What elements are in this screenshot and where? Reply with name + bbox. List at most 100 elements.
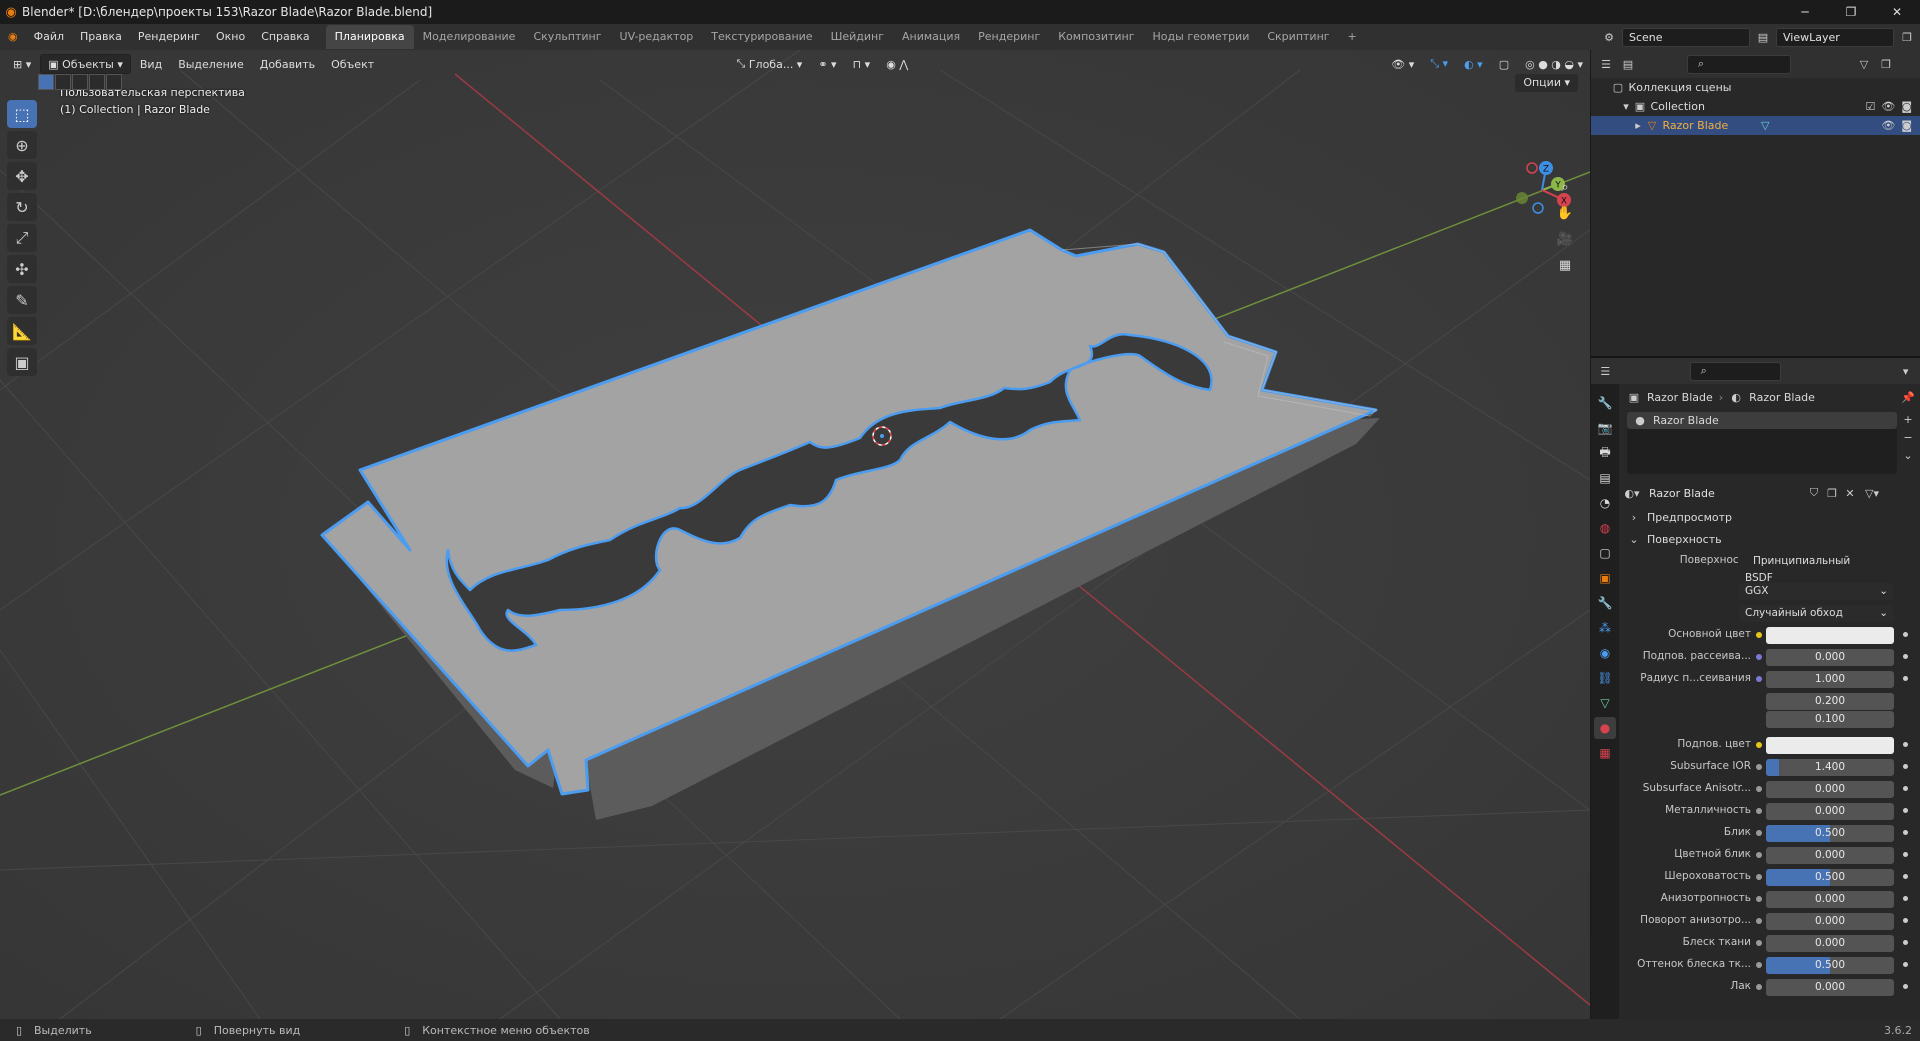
properties-editor-type-icon[interactable]: ☰ — [1599, 364, 1612, 378]
keyframe-dot-icon[interactable] — [1903, 786, 1908, 791]
visibility-icon[interactable]: 👁 ▾ — [1384, 54, 1421, 74]
modifier-tab-icon[interactable]: 🔧 — [1594, 592, 1616, 614]
keyframe-dot-icon[interactable] — [1903, 962, 1908, 967]
measure-tool-icon[interactable]: 📐 — [7, 317, 37, 345]
keyframe-dot-icon[interactable] — [1903, 940, 1908, 945]
display-mode-icon[interactable]: ▤ — [1621, 57, 1635, 71]
view-layer-tab-icon[interactable]: ▤ — [1594, 467, 1616, 489]
outliner-scene-collection[interactable]: ▢ Коллекция сцены — [1591, 78, 1920, 97]
scene-tab-icon[interactable]: ◔ — [1594, 492, 1616, 514]
checkbox-icon[interactable]: ☑ — [1865, 100, 1875, 113]
constraints-tab-icon[interactable]: ⛓ — [1594, 667, 1616, 689]
snap-icon[interactable]: ⊓ ▾ — [846, 54, 878, 74]
surface-shader-select[interactable]: Принципиальный BSDF — [1739, 553, 1861, 584]
keyframe-dot-icon[interactable] — [1903, 984, 1908, 989]
maximize-button[interactable]: ❐ — [1828, 0, 1874, 24]
pivot-point-icon[interactable]: ⚭ ▾ — [811, 54, 843, 74]
value-field[interactable]: 0.000 — [1766, 913, 1894, 930]
transform-orientation[interactable]: ⤡ Глоба... ▾ — [730, 54, 810, 74]
value-field[interactable]: 0.500 — [1766, 957, 1894, 974]
subsurface-method-select[interactable]: Случайный обход ⌄ — [1739, 605, 1894, 622]
value-field[interactable]: 0.500 — [1766, 869, 1894, 886]
pin-icon[interactable]: 📌 — [1901, 390, 1915, 404]
properties-search-input[interactable]: ⌕ — [1689, 361, 1782, 381]
mode-selector[interactable]: ▣ Объекты ▾ — [40, 54, 131, 74]
select-box-tool-icon[interactable]: ⬚ — [7, 100, 37, 128]
select-mode-extend-icon[interactable] — [55, 74, 71, 90]
menu-file[interactable]: Файл — [26, 24, 72, 50]
value-field[interactable]: 0.500 — [1766, 825, 1894, 842]
gizmo-toggle-icon[interactable]: ⤡ ▾ — [1423, 54, 1455, 74]
eye-icon[interactable]: 👁 — [1881, 100, 1895, 113]
selection-mode-buttons[interactable] — [38, 74, 122, 90]
keyframe-dot-icon[interactable] — [1903, 764, 1908, 769]
editor-type-button[interactable]: ⊞ ▾ — [6, 54, 38, 74]
value-field[interactable]: 1.000 — [1766, 671, 1894, 688]
keyframe-dot-icon[interactable] — [1903, 896, 1908, 901]
add-slot-icon[interactable]: + — [1901, 412, 1915, 426]
menu-edit[interactable]: Правка — [72, 24, 130, 50]
value-field[interactable]: 0.000 — [1766, 649, 1894, 666]
outliner-search-input[interactable]: ⌕ — [1687, 54, 1791, 74]
value-field[interactable]: 0.000 — [1766, 847, 1894, 864]
xray-icon[interactable]: ▢ — [1492, 54, 1516, 74]
blender-menu-icon[interactable]: ◉ — [0, 24, 26, 50]
menu-render[interactable]: Рендеринг — [130, 24, 208, 50]
material-tab-icon[interactable]: ● — [1594, 717, 1616, 739]
view-layer-selector[interactable]: ViewLayer — [1776, 27, 1894, 47]
tab-sculpting[interactable]: Скульптинг — [524, 25, 610, 49]
outliner-collection[interactable]: ▾ ▣ Collection ☑ 👁 ◙ — [1591, 97, 1920, 116]
scene-selector[interactable]: Scene — [1622, 27, 1750, 47]
cursor-tool-icon[interactable]: ⊕ — [7, 131, 37, 159]
keyframe-dot-icon[interactable] — [1903, 742, 1908, 747]
tab-animation[interactable]: Анимация — [893, 25, 969, 49]
tab-scripting[interactable]: Скриптинг — [1258, 25, 1338, 49]
ortho-toggle-icon[interactable]: ▦ — [1552, 252, 1578, 278]
value-field[interactable]: 0.000 — [1766, 979, 1894, 996]
material-slot-list[interactable]: ● Razor Blade — [1627, 412, 1897, 474]
tab-layout[interactable]: Планировка — [325, 25, 414, 49]
tab-modeling[interactable]: Моделирование — [414, 25, 525, 49]
camera-icon[interactable]: ◙ — [1901, 100, 1912, 113]
expand-arrow-icon[interactable]: ▸ — [1631, 119, 1645, 133]
outliner-editor-type-icon[interactable]: ☰ — [1599, 57, 1613, 71]
render-tab-icon[interactable]: 📷 — [1594, 417, 1616, 439]
keyframe-dot-icon[interactable] — [1903, 632, 1908, 637]
material-name-field[interactable]: Razor Blade — [1643, 483, 1803, 503]
distribution-select[interactable]: GGX ⌄ — [1739, 583, 1894, 600]
menu-add[interactable]: Добавить — [253, 54, 322, 74]
overlay-toggle-icon[interactable]: ◐ ▾ — [1457, 54, 1490, 74]
3d-viewport[interactable]: ⊞ ▾ ▣ Объекты ▾ Вид Выделение Добавить О… — [0, 50, 1590, 1019]
new-collection-icon[interactable]: ❐ — [1879, 57, 1893, 71]
menu-select[interactable]: Выделение — [171, 54, 251, 74]
zoom-icon[interactable]: ⌕ — [1552, 174, 1578, 200]
tab-uv-editing[interactable]: UV-редактор — [611, 25, 703, 49]
value-field[interactable]: 0.000 — [1766, 803, 1894, 820]
select-mode-invert-icon[interactable] — [89, 74, 105, 90]
particles-tab-icon[interactable]: ⁂ — [1594, 617, 1616, 639]
tab-compositing[interactable]: Композитинг — [1049, 25, 1143, 49]
object-tab-icon[interactable]: ▣ — [1594, 567, 1616, 589]
keyframe-dot-icon[interactable] — [1903, 830, 1908, 835]
proportional-edit-icon[interactable]: ◉ ⋀ — [879, 54, 915, 74]
color-swatch[interactable] — [1766, 737, 1894, 754]
move-tool-icon[interactable]: ✥ — [7, 162, 37, 190]
close-button[interactable]: ✕ — [1874, 0, 1920, 24]
tool-tab-icon[interactable]: 🔧 — [1594, 392, 1616, 414]
value-field[interactable]: 0.000 — [1766, 935, 1894, 952]
value-field[interactable]: 0.000 — [1766, 781, 1894, 798]
remove-slot-icon[interactable]: − — [1901, 430, 1915, 444]
value-field[interactable]: 0.100 — [1766, 711, 1894, 728]
menu-view[interactable]: Вид — [133, 54, 169, 74]
collapse-arrow-icon[interactable]: ▾ — [1619, 100, 1633, 114]
eye-icon[interactable]: 👁 — [1881, 119, 1895, 132]
chevron-down-icon[interactable]: ▾ — [1899, 364, 1912, 378]
data-tab-icon[interactable]: ▽ — [1594, 692, 1616, 714]
options-button[interactable]: Опции ▾ — [1515, 74, 1578, 92]
menu-help[interactable]: Справка — [253, 24, 317, 50]
scale-tool-icon[interactable]: ⤢ — [7, 224, 37, 252]
fake-user-icon[interactable]: ⛉ — [1807, 486, 1821, 500]
minimize-button[interactable]: ─ — [1782, 0, 1828, 24]
rotate-tool-icon[interactable]: ↻ — [7, 193, 37, 221]
filter-icon[interactable]: ▽ — [1857, 57, 1871, 71]
